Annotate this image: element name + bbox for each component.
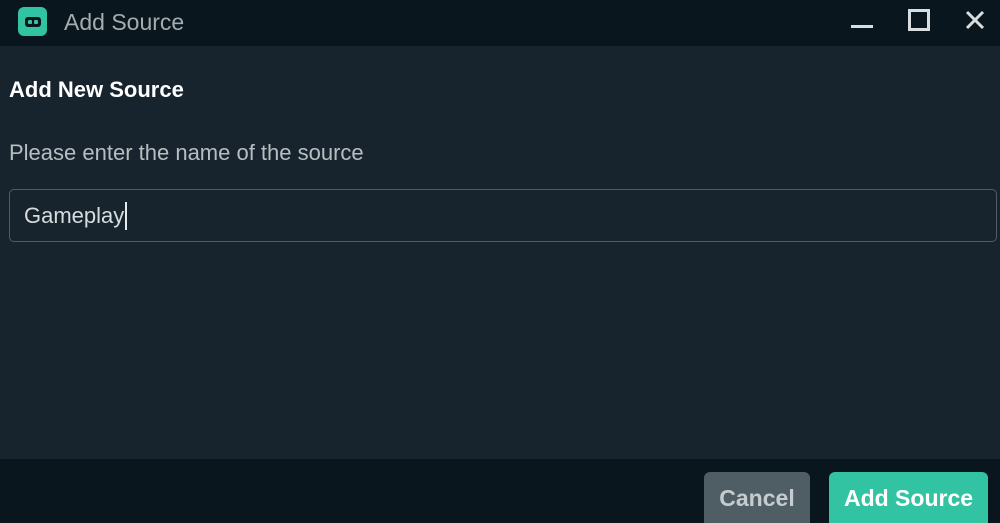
window-title: Add Source — [64, 9, 185, 35]
source-name-input[interactable]: Gameplay — [9, 189, 997, 242]
maximize-button[interactable] — [899, 0, 939, 40]
close-button[interactable] — [955, 0, 995, 40]
close-icon — [965, 10, 985, 30]
add-source-window: Add Source Add New Source Please enter t… — [0, 0, 1000, 523]
maximize-icon — [908, 9, 930, 31]
minimize-button[interactable] — [842, 0, 882, 40]
title-bar[interactable]: Add Source — [0, 0, 1000, 46]
cancel-button[interactable]: Cancel — [704, 472, 810, 523]
dialog-body — [0, 46, 1000, 459]
dialog-heading: Add New Source — [9, 77, 184, 102]
text-caret — [125, 201, 128, 230]
minimize-icon — [851, 25, 873, 28]
source-name-value: Gameplay — [24, 202, 125, 228]
add-source-button[interactable]: Add Source — [829, 472, 988, 523]
source-name-prompt: Please enter the name of the source — [9, 140, 364, 165]
app-robot-icon — [18, 7, 47, 36]
